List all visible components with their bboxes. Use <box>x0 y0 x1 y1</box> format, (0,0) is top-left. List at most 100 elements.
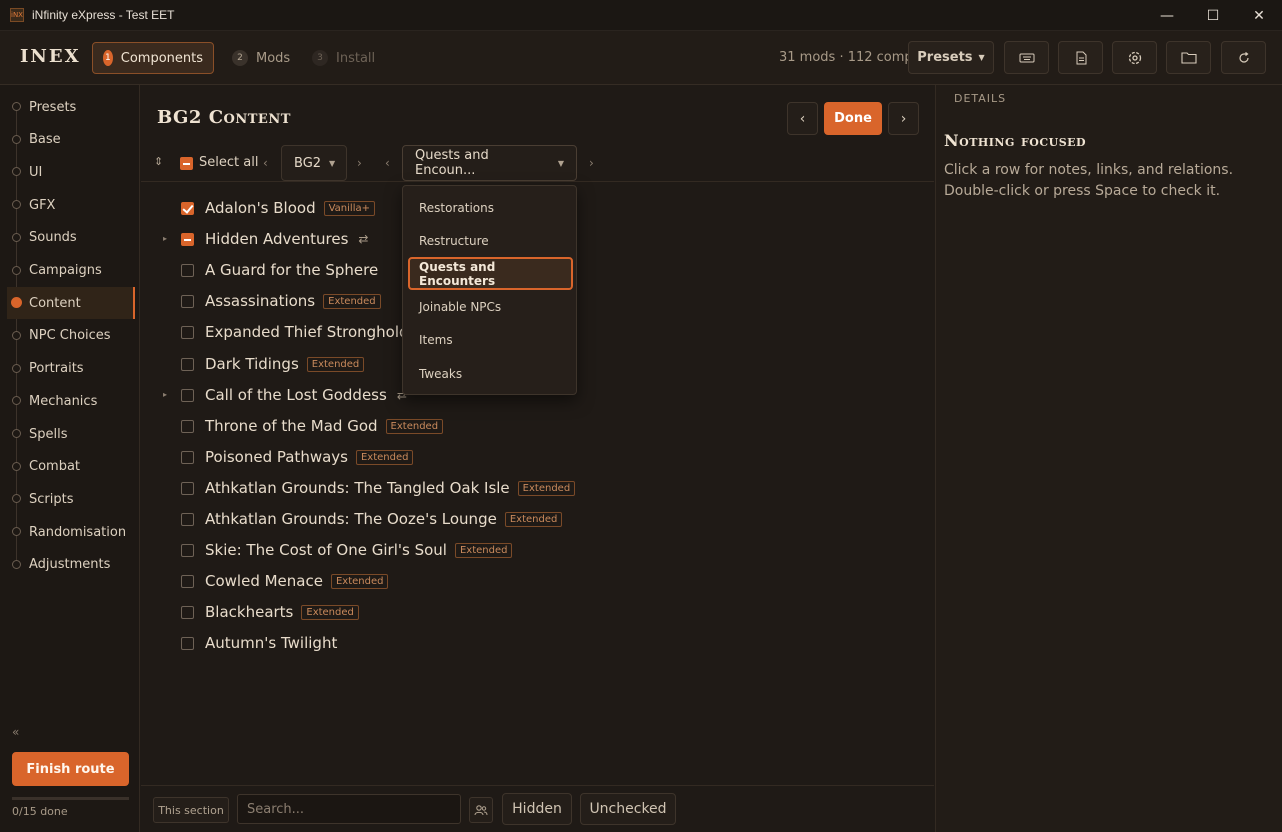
sidebar-item-portraits[interactable]: Portraits <box>7 353 135 385</box>
component-checkbox[interactable] <box>181 481 194 495</box>
menu-item-tweaks[interactable]: Tweaks <box>408 357 573 390</box>
component-checkbox[interactable] <box>181 388 194 402</box>
menu-item-joinable-npcs[interactable]: Joinable NPCs <box>408 291 573 324</box>
game-dropdown[interactable]: BG2 ▼ <box>281 145 347 181</box>
component-checkbox[interactable] <box>181 419 194 433</box>
chevron-right-icon[interactable]: › <box>357 156 362 170</box>
route-progress-text: 0/15 done <box>12 805 68 818</box>
component-row[interactable]: Cowled Menace Extended <box>141 566 934 597</box>
component-checkbox[interactable] <box>181 606 194 620</box>
sidebar: Presets Base UI GFX Sounds Campaigns Content NP… <box>0 85 140 832</box>
people-filter-button[interactable] <box>469 797 493 823</box>
category-dropdown-menu: Restorations Restructure Quests and Encoun… <box>402 185 577 395</box>
component-checkbox[interactable] <box>181 544 194 558</box>
hidden-filter-button[interactable]: Hidden <box>502 793 572 825</box>
presets-button[interactable]: Presets ▼ <box>908 41 994 74</box>
sidebar-item-npc-choices[interactable]: NPC Choices <box>7 320 135 352</box>
keyboard-button[interactable] <box>1004 41 1049 74</box>
sidebar-item-randomisation[interactable]: Randomisation <box>7 516 135 548</box>
sidebar-item-content[interactable]: Content <box>7 287 135 320</box>
component-row[interactable]: Autumn's Twilight <box>141 628 934 659</box>
menu-item-restorations[interactable]: Restorations <box>408 191 573 224</box>
component-row[interactable]: Poisoned Pathways Extended <box>141 442 934 473</box>
sidebar-item-spells[interactable]: Spells <box>7 418 135 450</box>
component-checkbox[interactable] <box>181 264 194 278</box>
component-name: Blackhearts <box>205 603 294 622</box>
expand-arrow-icon[interactable]: ▸ <box>163 390 167 399</box>
component-row[interactable]: Blackhearts Extended <box>141 597 934 628</box>
component-row[interactable]: Athkatlan Grounds: The Ooze's Lounge Exte… <box>141 504 934 535</box>
close-button[interactable]: ✕ <box>1236 0 1282 31</box>
sidebar-item-combat[interactable]: Combat <box>7 451 135 483</box>
step-dot-icon <box>12 134 21 144</box>
minimize-button[interactable]: — <box>1144 0 1190 31</box>
component-checkbox[interactable] <box>181 202 194 215</box>
search-input[interactable] <box>237 794 461 824</box>
details-panel: DETAILS Nothing focused Click a row for … <box>935 85 1282 832</box>
menu-item-quests-and-encounters[interactable]: Quests and Encounters <box>408 257 573 291</box>
expand-arrow-icon[interactable]: ▸ <box>163 234 167 243</box>
done-button[interactable]: Done <box>824 102 882 135</box>
collapse-sidebar-icon[interactable]: « <box>12 725 19 739</box>
component-checkbox[interactable] <box>181 295 194 309</box>
sidebar-item-mechanics[interactable]: Mechanics <box>7 385 135 417</box>
scope-chip[interactable]: This section <box>153 797 229 823</box>
component-checkbox[interactable] <box>181 326 194 340</box>
component-name: A Guard for the Sphere <box>205 261 379 280</box>
component-name: Athkatlan Grounds: The Ooze's Lounge <box>205 510 497 528</box>
expand-all-icon[interactable]: ⇕ <box>154 155 163 168</box>
step-dot-icon <box>12 265 21 275</box>
chevron-left-icon[interactable]: ‹ <box>263 156 268 170</box>
finish-route-button[interactable]: Finish route <box>12 752 129 786</box>
settings-button[interactable] <box>1112 41 1157 74</box>
sidebar-item-base[interactable]: Base <box>7 124 135 156</box>
app-icon: iNX <box>10 8 24 22</box>
step-install[interactable]: 3 Install <box>302 42 385 74</box>
category-dropdown[interactable]: Quests and Encoun... ▼ <box>402 145 577 181</box>
prev-section-button[interactable]: ‹ <box>787 102 818 135</box>
component-checkbox[interactable] <box>181 450 194 464</box>
tier-badge: Extended <box>504 512 563 527</box>
sidebar-item-scripts[interactable]: Scripts <box>7 483 135 515</box>
sidebar-item-campaigns[interactable]: Campaigns <box>7 255 135 287</box>
component-name: Adalon's Blood <box>205 199 316 217</box>
select-all-checkbox[interactable] <box>180 157 193 170</box>
sidebar-item-label: Sounds <box>29 230 77 246</box>
maximize-button[interactable]: ☐ <box>1190 0 1236 31</box>
sidebar-item-adjustments[interactable]: Adjustments <box>7 549 135 581</box>
component-checkbox[interactable] <box>181 513 194 526</box>
component-row[interactable]: Athkatlan Grounds: The Tangled Oak Isle E… <box>141 473 934 504</box>
component-checkbox[interactable] <box>181 357 194 371</box>
component-label: Athkatlan Grounds: The Ooze's Lounge Exte… <box>205 510 563 528</box>
folder-button[interactable] <box>1166 41 1211 74</box>
sidebar-item-presets[interactable]: Presets <box>7 91 135 123</box>
sidebar-item-gfx[interactable]: GFX <box>7 189 135 221</box>
component-label: Adalon's Blood Vanilla+ <box>205 199 375 217</box>
step-label: Install <box>336 50 376 66</box>
step-components[interactable]: 1 Components <box>92 42 214 74</box>
component-row[interactable]: Throne of the Mad God Extended <box>141 411 934 442</box>
refresh-button[interactable] <box>1221 41 1266 74</box>
component-row[interactable]: Skie: The Cost of One Girl's Soul Extende… <box>141 535 934 566</box>
unchecked-filter-button[interactable]: Unchecked <box>580 793 676 825</box>
component-checkbox[interactable] <box>181 637 194 651</box>
sidebar-item-sounds[interactable]: Sounds <box>7 222 135 254</box>
tier-badge: Extended <box>306 356 365 372</box>
tier-badge: Extended <box>330 574 389 590</box>
sidebar-item-ui[interactable]: UI <box>7 156 135 188</box>
component-checkbox[interactable] <box>181 575 194 589</box>
next-section-button[interactable]: › <box>888 102 919 135</box>
sidebar-item-label: Spells <box>29 426 68 442</box>
component-label: Hidden Adventures ⇄ <box>205 230 368 248</box>
step-mods[interactable]: 2 Mods <box>222 42 300 74</box>
step-dot-icon <box>12 200 21 210</box>
menu-item-items[interactable]: Items <box>408 324 573 357</box>
chevron-right-icon[interactable]: › <box>589 156 594 170</box>
component-label: Poisoned Pathways Extended <box>205 448 414 466</box>
filter-bar: This section Hidden Unchecked <box>141 785 934 832</box>
chevron-left-icon[interactable]: ‹ <box>385 156 390 170</box>
component-checkbox[interactable] <box>181 233 194 247</box>
select-all-label[interactable]: Select all <box>199 155 258 170</box>
menu-item-restructure[interactable]: Restructure <box>408 224 573 257</box>
log-button[interactable] <box>1058 41 1103 74</box>
